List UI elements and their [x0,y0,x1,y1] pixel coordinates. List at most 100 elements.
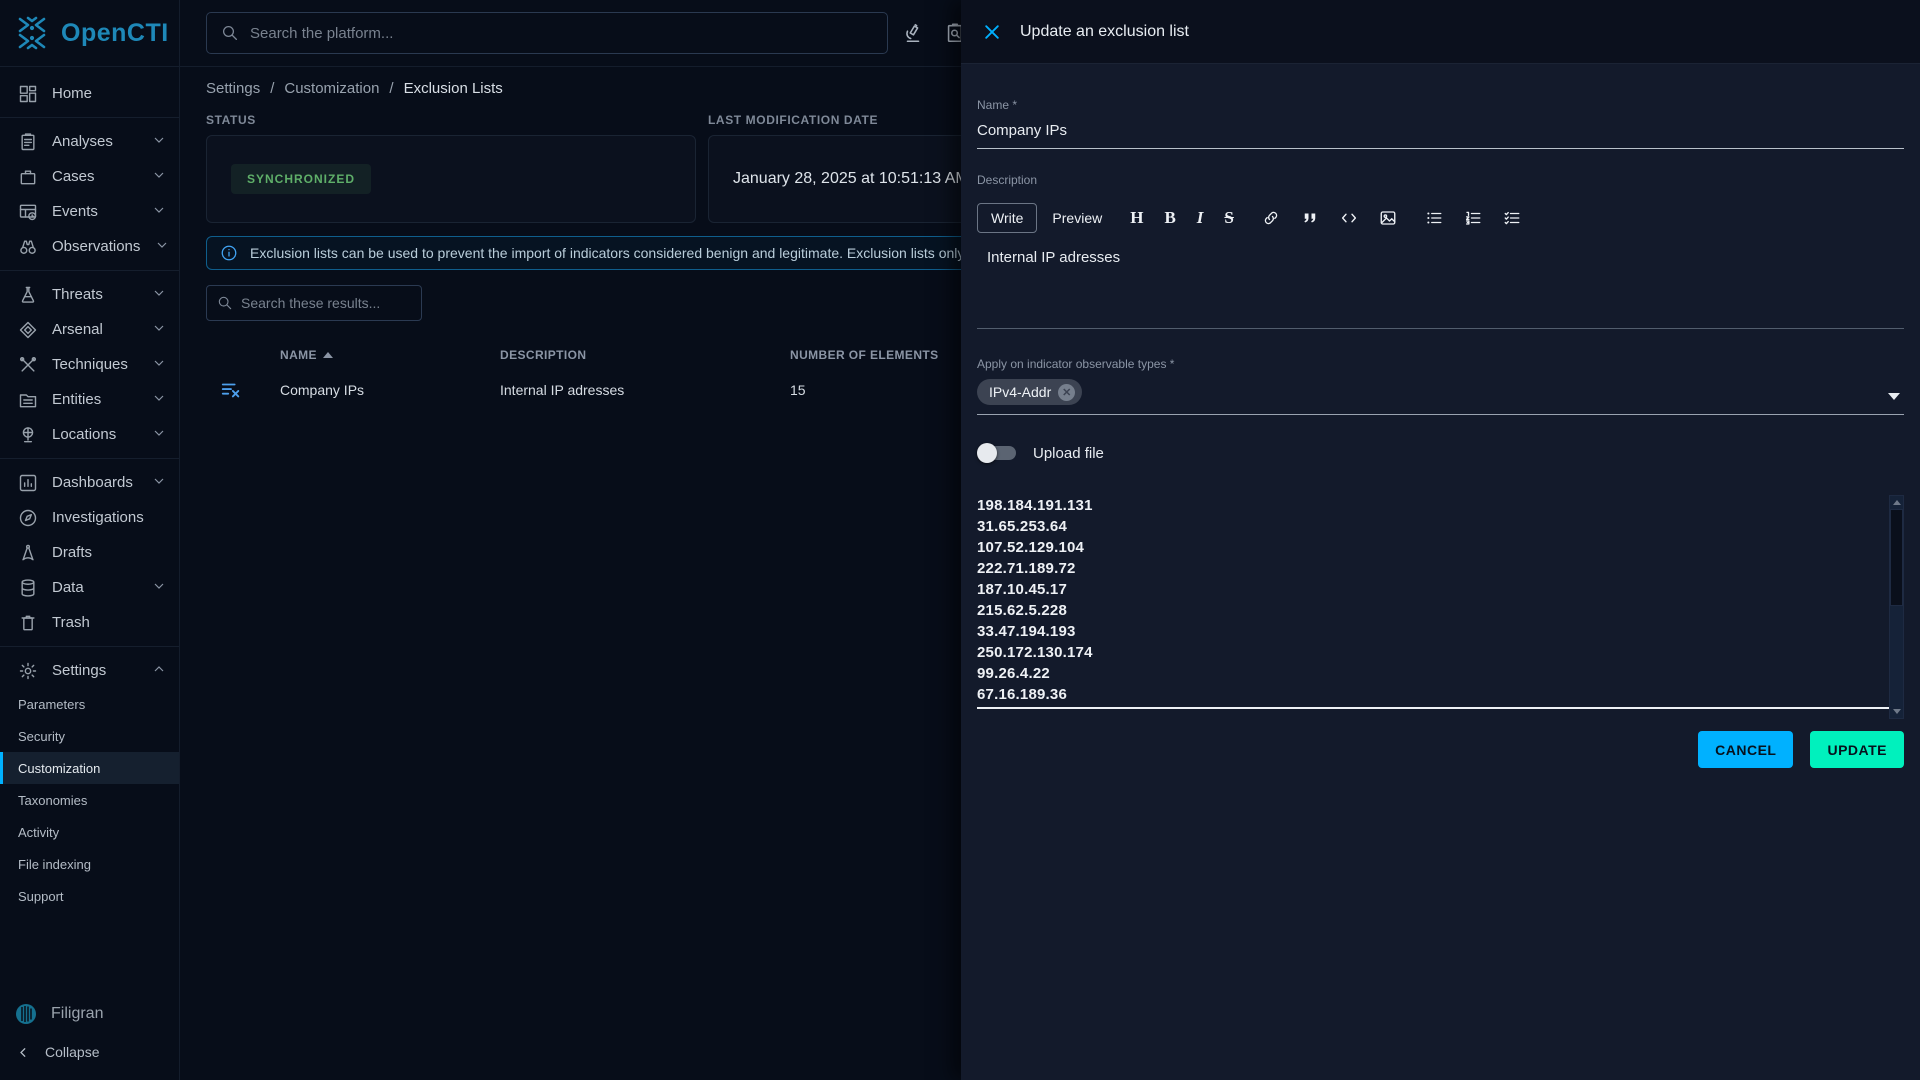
textarea-scrollbar[interactable] [1889,495,1904,719]
chevron-down-icon [151,390,167,410]
tab-preview[interactable]: Preview [1052,210,1102,226]
status-card: SYNCHRONIZED [206,135,696,223]
info-icon [220,244,238,262]
markdown-toolbar: Write Preview H B I S [977,199,1904,237]
scrollbar-thumb[interactable] [1890,509,1903,606]
chevron-down-icon [151,202,167,222]
drafting-compass-icon [18,543,38,563]
sidebar-item-cases[interactable]: Cases [0,159,179,194]
scrollbar-up-icon[interactable] [1893,500,1901,505]
chevron-up-icon [151,661,167,681]
observable-types-select[interactable]: IPv4-Addr ✕ [977,379,1904,415]
filigran-link[interactable]: Filigran [0,994,179,1034]
description-label: Description [977,173,1904,187]
ul-icon[interactable] [1425,209,1443,227]
chip-delete-icon[interactable]: ✕ [1058,384,1075,401]
ip-entry: 33.47.194.193 [977,621,1904,642]
sidebar-item-customization[interactable]: Customization [0,752,179,784]
diamond-icon [18,320,38,340]
quote-icon[interactable] [1301,209,1319,227]
ip-list-textarea[interactable]: 198.184.191.131 31.65.253.64 107.52.129.… [977,495,1904,709]
sidebar-item-arsenal[interactable]: Arsenal [0,312,179,347]
collapse-button[interactable]: Collapse [0,1034,179,1070]
sidebar-item-dashboards[interactable]: Dashboards [0,465,179,500]
gear-icon [18,661,38,681]
sidebar-item-file-indexing[interactable]: File indexing [0,848,179,880]
code-icon[interactable] [1340,209,1358,227]
chevron-down-icon [151,473,167,493]
upload-file-toggle[interactable] [980,446,1016,460]
info-alert-text: Exclusion lists can be used to prevent t… [250,245,1017,261]
sidebar-item-locations[interactable]: Locations [0,417,179,452]
sidebar-item-label: Arsenal [52,321,103,338]
chart-icon [18,473,38,493]
trash-icon [18,613,38,633]
sidebar-item-label: Observations [52,238,140,255]
results-search-input[interactable] [241,295,411,311]
name-input[interactable] [977,122,1904,139]
breadcrumb-customization[interactable]: Customization [284,80,379,97]
sidebar-divider [0,270,179,271]
logo[interactable]: OpenCTI [0,0,179,67]
sidebar-item-activity[interactable]: Activity [0,816,179,848]
sidebar-item-data[interactable]: Data [0,570,179,605]
sidebar-item-home[interactable]: Home [0,76,179,111]
sidebar-item-support[interactable]: Support [0,880,179,912]
row-description: Internal IP adresses [500,382,790,398]
filigran-label: Filigran [51,1005,103,1023]
sidebar-item-entities[interactable]: Entities [0,382,179,417]
link-icon[interactable] [1262,209,1280,227]
sidebar-item-observations[interactable]: Observations [0,229,179,264]
sidebar-item-threats[interactable]: Threats [0,277,179,312]
column-header-description[interactable]: DESCRIPTION [500,348,790,362]
checklist-icon[interactable] [1503,209,1521,227]
md-insert-group [1262,209,1397,227]
platform-search[interactable] [206,12,888,54]
sidebar-item-label: Drafts [52,544,92,561]
sidebar-item-techniques[interactable]: Techniques [0,347,179,382]
chevron-down-icon [151,355,167,375]
tab-write[interactable]: Write [977,203,1037,233]
sidebar-item-label: Trash [52,614,90,631]
dropdown-caret-icon[interactable] [1888,393,1900,400]
sidebar-item-drafts[interactable]: Drafts [0,535,179,570]
name-field: Name * [977,98,1904,149]
sidebar-item-settings[interactable]: Settings [0,653,179,688]
ip-entry: 222.71.189.72 [977,558,1904,579]
description-editor[interactable]: Internal IP adresses [977,249,1904,329]
cancel-button[interactable]: CANCEL [1698,731,1793,768]
chevron-down-icon [151,578,167,598]
clipboard-icon [18,132,38,152]
platform-search-input[interactable] [250,25,873,42]
advanced-search-icon[interactable] [902,22,924,44]
results-search[interactable] [206,285,422,321]
sidebar-item-trash[interactable]: Trash [0,605,179,640]
sidebar-item-events[interactable]: Events [0,194,179,229]
bold-icon[interactable]: B [1164,208,1175,228]
flask-icon [18,285,38,305]
scrollbar-down-icon[interactable] [1893,709,1901,714]
sidebar-item-parameters[interactable]: Parameters [0,688,179,720]
sidebar-item-label: Techniques [52,356,128,373]
sidebar-item-label: Investigations [52,509,144,526]
strikethrough-icon[interactable]: S [1224,208,1233,228]
description-value: Internal IP adresses [977,249,1904,266]
close-icon[interactable] [982,22,1002,42]
sidebar-divider [0,646,179,647]
update-button[interactable]: UPDATE [1810,731,1904,768]
status-label: STATUS [206,113,696,127]
sidebar-item-analyses[interactable]: Analyses [0,124,179,159]
italic-icon[interactable]: I [1197,208,1204,228]
sidebar-item-investigations[interactable]: Investigations [0,500,179,535]
heading-icon[interactable]: H [1130,208,1143,228]
breadcrumb-settings[interactable]: Settings [206,80,260,97]
ol-icon[interactable] [1464,209,1482,227]
sidebar-item-taxonomies[interactable]: Taxonomies [0,784,179,816]
column-header-name[interactable]: NAME [280,348,500,362]
breadcrumb-separator: / [389,80,393,97]
chevron-left-icon [16,1045,31,1060]
sidebar-item-security[interactable]: Security [0,720,179,752]
ip-entry: 99.26.4.22 [977,663,1904,684]
image-icon[interactable] [1379,209,1397,227]
chevron-down-icon [151,132,167,152]
